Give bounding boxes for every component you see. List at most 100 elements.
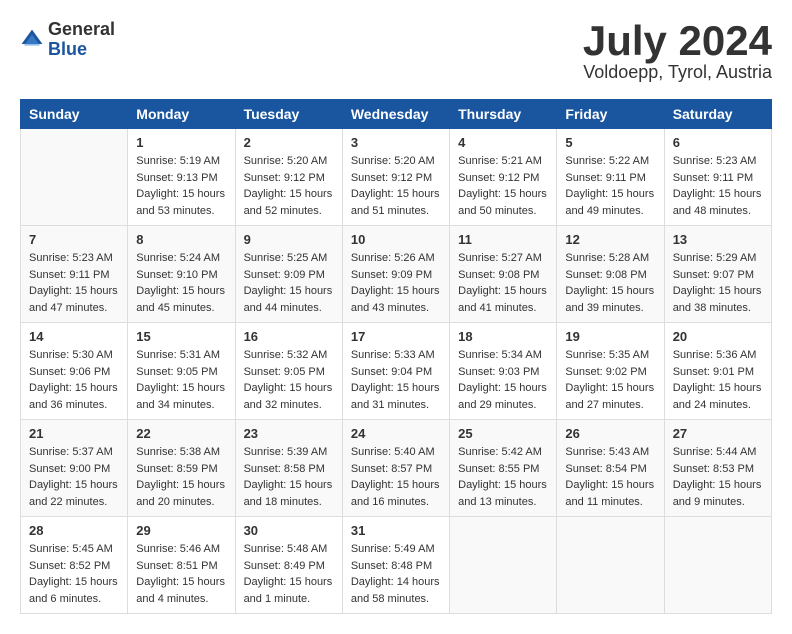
- day-number: 14: [29, 329, 119, 344]
- day-number: 24: [351, 426, 441, 441]
- day-detail: Sunrise: 5:21 AM Sunset: 9:12 PM Dayligh…: [458, 153, 548, 219]
- calendar-cell: 20Sunrise: 5:36 AM Sunset: 9:01 PM Dayli…: [664, 323, 771, 420]
- day-detail: Sunrise: 5:37 AM Sunset: 9:00 PM Dayligh…: [29, 444, 119, 510]
- day-detail: Sunrise: 5:32 AM Sunset: 9:05 PM Dayligh…: [244, 347, 334, 413]
- column-header-saturday: Saturday: [664, 100, 771, 129]
- day-detail: Sunrise: 5:38 AM Sunset: 8:59 PM Dayligh…: [136, 444, 226, 510]
- day-detail: Sunrise: 5:43 AM Sunset: 8:54 PM Dayligh…: [565, 444, 655, 510]
- column-header-sunday: Sunday: [21, 100, 128, 129]
- day-detail: Sunrise: 5:39 AM Sunset: 8:58 PM Dayligh…: [244, 444, 334, 510]
- day-number: 13: [673, 232, 763, 247]
- calendar-cell: 7 Sunrise: 5:23 AM Sunset: 9:11 PM Daylig…: [21, 226, 128, 323]
- calendar-cell: [450, 517, 557, 614]
- day-detail: Sunrise: 5:24 AM Sunset: 9:10 PM Dayligh…: [136, 250, 226, 316]
- calendar-cell: 31 Sunrise: 5:49 AM Sunset: 8:48 PM Dayli…: [342, 517, 449, 614]
- day-number: 7: [29, 232, 119, 247]
- calendar-cell: 3Sunrise: 5:20 AM Sunset: 9:12 PM Daylig…: [342, 129, 449, 226]
- calendar-week-row: 7 Sunrise: 5:23 AM Sunset: 9:11 PM Daylig…: [21, 226, 772, 323]
- page-header: General Blue July 2024 Voldoepp, Tyrol, …: [20, 20, 772, 83]
- day-number: 19: [565, 329, 655, 344]
- day-detail: Sunrise: 5:36 AM Sunset: 9:01 PM Dayligh…: [673, 347, 763, 413]
- day-number: 17: [351, 329, 441, 344]
- day-number: 26: [565, 426, 655, 441]
- calendar-cell: 2Sunrise: 5:20 AM Sunset: 9:12 PM Daylig…: [235, 129, 342, 226]
- calendar-cell: 21 Sunrise: 5:37 AM Sunset: 9:00 PM Dayli…: [21, 420, 128, 517]
- calendar-cell: 30Sunrise: 5:48 AM Sunset: 8:49 PM Dayli…: [235, 517, 342, 614]
- day-number: 21: [29, 426, 119, 441]
- day-number: 27: [673, 426, 763, 441]
- day-detail: Sunrise: 5:22 AM Sunset: 9:11 PM Dayligh…: [565, 153, 655, 219]
- title-block: July 2024 Voldoepp, Tyrol, Austria: [583, 20, 772, 83]
- day-detail: Sunrise: 5:48 AM Sunset: 8:49 PM Dayligh…: [244, 541, 334, 607]
- column-header-thursday: Thursday: [450, 100, 557, 129]
- day-detail: Sunrise: 5:30 AM Sunset: 9:06 PM Dayligh…: [29, 347, 119, 413]
- column-header-monday: Monday: [128, 100, 235, 129]
- calendar-cell: 22 Sunrise: 5:38 AM Sunset: 8:59 PM Dayli…: [128, 420, 235, 517]
- day-detail: Sunrise: 5:49 AM Sunset: 8:48 PM Dayligh…: [351, 541, 441, 607]
- calendar-cell: 23 Sunrise: 5:39 AM Sunset: 8:58 PM Dayli…: [235, 420, 342, 517]
- calendar-cell: 26 Sunrise: 5:43 AM Sunset: 8:54 PM Dayli…: [557, 420, 664, 517]
- calendar-cell: 4Sunrise: 5:21 AM Sunset: 9:12 PM Daylig…: [450, 129, 557, 226]
- calendar-cell: 15 Sunrise: 5:31 AM Sunset: 9:05 PM Dayli…: [128, 323, 235, 420]
- calendar-table: SundayMondayTuesdayWednesdayThursdayFrid…: [20, 99, 772, 614]
- calendar-cell: 25 Sunrise: 5:42 AM Sunset: 8:55 PM Dayli…: [450, 420, 557, 517]
- day-number: 16: [244, 329, 334, 344]
- day-number: 18: [458, 329, 548, 344]
- calendar-cell: 10Sunrise: 5:26 AM Sunset: 9:09 PM Dayli…: [342, 226, 449, 323]
- day-detail: Sunrise: 5:45 AM Sunset: 8:52 PM Dayligh…: [29, 541, 119, 607]
- logo-general-text: General: [48, 20, 115, 40]
- day-detail: Sunrise: 5:20 AM Sunset: 9:12 PM Dayligh…: [351, 153, 441, 219]
- day-number: 29: [136, 523, 226, 538]
- calendar-header-row: SundayMondayTuesdayWednesdayThursdayFrid…: [21, 100, 772, 129]
- day-detail: Sunrise: 5:34 AM Sunset: 9:03 PM Dayligh…: [458, 347, 548, 413]
- logo-blue-text: Blue: [48, 40, 115, 60]
- calendar-cell: [557, 517, 664, 614]
- column-header-friday: Friday: [557, 100, 664, 129]
- calendar-cell: 29 Sunrise: 5:46 AM Sunset: 8:51 PM Dayli…: [128, 517, 235, 614]
- day-detail: Sunrise: 5:23 AM Sunset: 9:11 PM Dayligh…: [29, 250, 119, 316]
- day-detail: Sunrise: 5:40 AM Sunset: 8:57 PM Dayligh…: [351, 444, 441, 510]
- month-title: July 2024: [583, 20, 772, 62]
- calendar-week-row: 1 Sunrise: 5:19 AM Sunset: 9:13 PM Daylig…: [21, 129, 772, 226]
- day-number: 9: [244, 232, 334, 247]
- day-number: 31: [351, 523, 441, 538]
- calendar-cell: 17 Sunrise: 5:33 AM Sunset: 9:04 PM Dayli…: [342, 323, 449, 420]
- day-number: 1: [136, 135, 226, 150]
- location-text: Voldoepp, Tyrol, Austria: [583, 62, 772, 83]
- calendar-cell: 27 Sunrise: 5:44 AM Sunset: 8:53 PM Dayli…: [664, 420, 771, 517]
- calendar-cell: 12Sunrise: 5:28 AM Sunset: 9:08 PM Dayli…: [557, 226, 664, 323]
- day-detail: Sunrise: 5:19 AM Sunset: 9:13 PM Dayligh…: [136, 153, 226, 219]
- day-detail: Sunrise: 5:23 AM Sunset: 9:11 PM Dayligh…: [673, 153, 763, 219]
- calendar-cell: 16 Sunrise: 5:32 AM Sunset: 9:05 PM Dayli…: [235, 323, 342, 420]
- calendar-cell: 14 Sunrise: 5:30 AM Sunset: 9:06 PM Dayli…: [21, 323, 128, 420]
- day-detail: Sunrise: 5:42 AM Sunset: 8:55 PM Dayligh…: [458, 444, 548, 510]
- day-number: 6: [673, 135, 763, 150]
- calendar-cell: 9Sunrise: 5:25 AM Sunset: 9:09 PM Daylig…: [235, 226, 342, 323]
- column-header-wednesday: Wednesday: [342, 100, 449, 129]
- calendar-cell: 6 Sunrise: 5:23 AM Sunset: 9:11 PM Daylig…: [664, 129, 771, 226]
- calendar-cell: 28 Sunrise: 5:45 AM Sunset: 8:52 PM Dayli…: [21, 517, 128, 614]
- calendar-cell: 8Sunrise: 5:24 AM Sunset: 9:10 PM Daylig…: [128, 226, 235, 323]
- day-number: 23: [244, 426, 334, 441]
- day-detail: Sunrise: 5:46 AM Sunset: 8:51 PM Dayligh…: [136, 541, 226, 607]
- day-detail: Sunrise: 5:20 AM Sunset: 9:12 PM Dayligh…: [244, 153, 334, 219]
- calendar-cell: 19 Sunrise: 5:35 AM Sunset: 9:02 PM Dayli…: [557, 323, 664, 420]
- logo-icon: [20, 28, 44, 52]
- day-number: 25: [458, 426, 548, 441]
- day-detail: Sunrise: 5:35 AM Sunset: 9:02 PM Dayligh…: [565, 347, 655, 413]
- day-detail: Sunrise: 5:44 AM Sunset: 8:53 PM Dayligh…: [673, 444, 763, 510]
- day-number: 15: [136, 329, 226, 344]
- column-header-tuesday: Tuesday: [235, 100, 342, 129]
- day-number: 28: [29, 523, 119, 538]
- day-detail: Sunrise: 5:31 AM Sunset: 9:05 PM Dayligh…: [136, 347, 226, 413]
- calendar-cell: [664, 517, 771, 614]
- calendar-cell: [21, 129, 128, 226]
- day-detail: Sunrise: 5:33 AM Sunset: 9:04 PM Dayligh…: [351, 347, 441, 413]
- day-detail: Sunrise: 5:27 AM Sunset: 9:08 PM Dayligh…: [458, 250, 548, 316]
- day-number: 22: [136, 426, 226, 441]
- calendar-cell: 11Sunrise: 5:27 AM Sunset: 9:08 PM Dayli…: [450, 226, 557, 323]
- day-detail: Sunrise: 5:29 AM Sunset: 9:07 PM Dayligh…: [673, 250, 763, 316]
- calendar-cell: 13 Sunrise: 5:29 AM Sunset: 9:07 PM Dayli…: [664, 226, 771, 323]
- calendar-cell: 5Sunrise: 5:22 AM Sunset: 9:11 PM Daylig…: [557, 129, 664, 226]
- calendar-week-row: 14 Sunrise: 5:30 AM Sunset: 9:06 PM Dayli…: [21, 323, 772, 420]
